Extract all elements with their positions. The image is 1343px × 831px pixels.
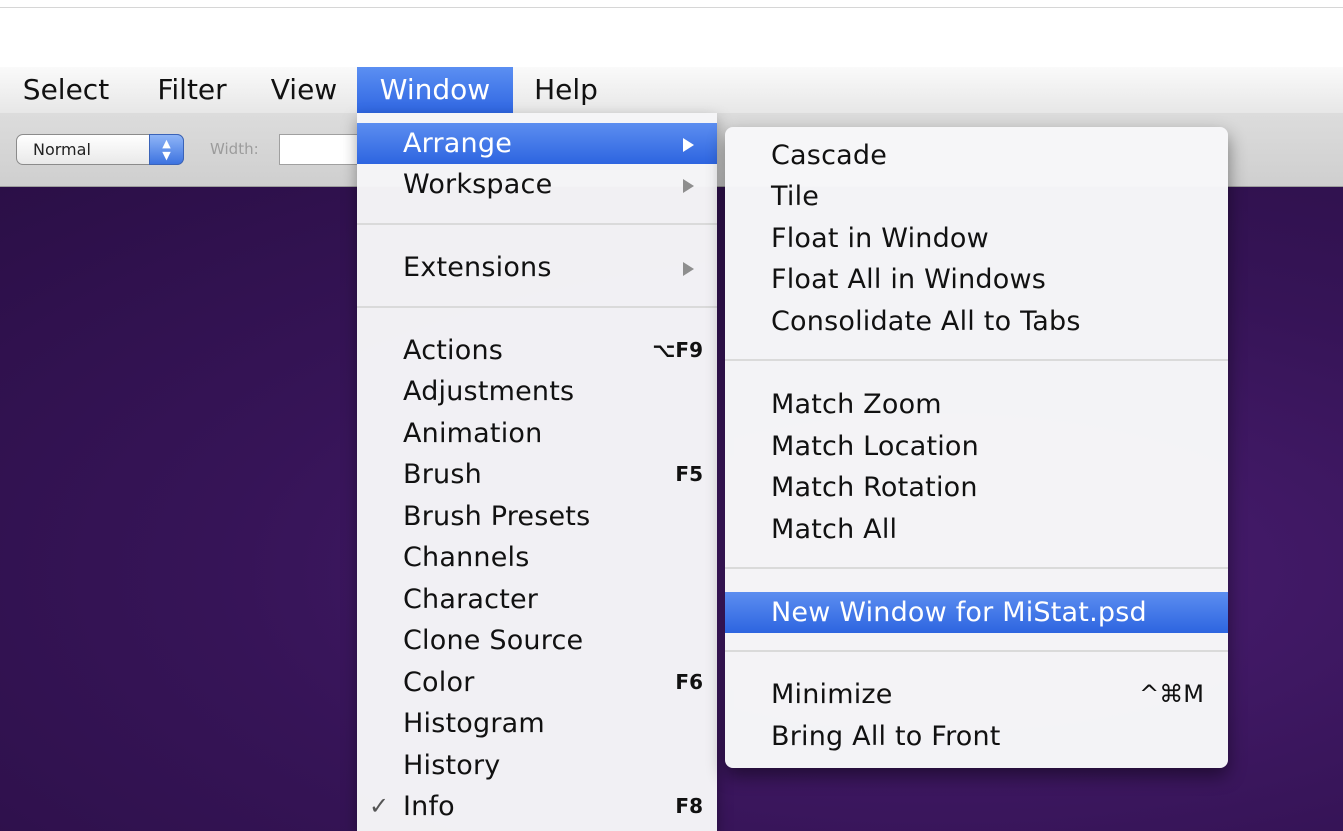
menu-item-info[interactable]: ✓ Info F8 <box>357 786 717 827</box>
menu-item-label: Actions <box>403 335 504 366</box>
submenu-item-new-window[interactable]: New Window for MiStat.psd <box>725 592 1228 633</box>
menu-item-clone-source[interactable]: Clone Source <box>357 620 717 661</box>
menu-help[interactable]: Help <box>520 67 612 113</box>
menu-bar: Select Filter View Window Help <box>0 67 1343 114</box>
submenu-item-label: Float in Window <box>771 223 989 254</box>
menu-item-label: Clone Source <box>403 625 584 656</box>
menu-item-label: Arrange <box>403 128 513 159</box>
submenu-item-float-all-in-windows[interactable]: Float All in Windows <box>725 259 1228 300</box>
menu-item-arrange[interactable]: Arrange <box>357 123 717 164</box>
menu-item-animation[interactable]: Animation <box>357 413 717 454</box>
checkmark-icon: ✓ <box>369 792 390 820</box>
submenu-separator <box>725 567 1228 569</box>
submenu-item-label: Cascade <box>771 140 888 171</box>
menu-item-label: Brush Presets <box>403 501 591 532</box>
submenu-item-match-zoom[interactable]: Match Zoom <box>725 384 1228 425</box>
shortcut-label: ^⌘M <box>1139 680 1204 708</box>
menu-item-label: Histogram <box>403 708 545 739</box>
mode-select[interactable]: Normal ▲ ▼ <box>16 134 184 165</box>
window-menu: Arrange Workspace Extensions Actions ⌥F9… <box>357 113 717 831</box>
menu-item-label: Character <box>403 584 539 615</box>
submenu-item-label: Match Rotation <box>771 472 978 503</box>
menu-filter[interactable]: Filter <box>140 67 244 113</box>
shortcut-label: F8 <box>675 794 703 818</box>
submenu-item-label: Bring All to Front <box>771 721 1001 752</box>
menu-item-extensions[interactable]: Extensions <box>357 247 717 288</box>
menu-item-channels[interactable]: Channels <box>357 537 717 578</box>
submenu-item-match-all[interactable]: Match All <box>725 509 1228 550</box>
submenu-item-float-in-window[interactable]: Float in Window <box>725 218 1228 259</box>
menu-item-label: Color <box>403 667 475 698</box>
menu-item-history[interactable]: History <box>357 745 717 786</box>
submenu-separator <box>725 650 1228 652</box>
menu-item-label: Brush <box>403 459 482 490</box>
shortcut-label: F6 <box>675 670 703 694</box>
menu-separator <box>357 306 717 308</box>
submenu-separator <box>725 359 1228 361</box>
menu-item-label: Adjustments <box>403 376 575 407</box>
submenu-item-label: New Window for MiStat.psd <box>771 597 1147 628</box>
menu-select[interactable]: Select <box>12 67 120 113</box>
shortcut-label: F5 <box>675 462 703 486</box>
menu-item-histogram[interactable]: Histogram <box>357 703 717 744</box>
submenu-item-label: Consolidate All to Tabs <box>771 306 1081 337</box>
menu-item-label: Info <box>403 791 455 822</box>
submenu-item-label: Match All <box>771 514 898 545</box>
submenu-item-bring-all-to-front[interactable]: Bring All to Front <box>725 716 1228 757</box>
menu-item-label: Channels <box>403 542 530 573</box>
submenu-item-tile[interactable]: Tile <box>725 176 1228 217</box>
submenu-item-label: Match Zoom <box>771 389 942 420</box>
menu-item-adjustments[interactable]: Adjustments <box>357 371 717 412</box>
submenu-item-cascade[interactable]: Cascade <box>725 135 1228 176</box>
up-down-arrows-icon[interactable]: ▲ ▼ <box>149 134 184 165</box>
menu-item-brush-presets[interactable]: Brush Presets <box>357 496 717 537</box>
submenu-item-match-rotation[interactable]: Match Rotation <box>725 467 1228 508</box>
submenu-arrow-icon <box>683 262 694 276</box>
menu-item-color[interactable]: Color F6 <box>357 662 717 703</box>
menu-item-actions[interactable]: Actions ⌥F9 <box>357 330 717 371</box>
menu-item-label: History <box>403 750 501 781</box>
width-input[interactable] <box>279 134 369 165</box>
menu-item-character[interactable]: Character <box>357 579 717 620</box>
menu-window[interactable]: Window <box>357 67 513 113</box>
submenu-item-label: Match Location <box>771 431 979 462</box>
menu-item-label: Workspace <box>403 169 553 200</box>
submenu-item-label: Minimize <box>771 679 893 710</box>
submenu-item-consolidate-all-to-tabs[interactable]: Consolidate All to Tabs <box>725 301 1228 342</box>
menu-view[interactable]: View <box>258 67 350 113</box>
shortcut-label: ⌥F9 <box>652 338 703 362</box>
menu-separator <box>357 223 717 225</box>
submenu-arrow-icon <box>683 138 694 152</box>
top-divider <box>0 7 1343 8</box>
arrange-submenu: Cascade Tile Float in Window Float All i… <box>725 127 1228 768</box>
menu-item-label: Animation <box>403 418 543 449</box>
width-label: Width: <box>210 140 259 158</box>
menu-item-workspace[interactable]: Workspace <box>357 164 717 205</box>
menu-item-label: Extensions <box>403 252 552 283</box>
submenu-arrow-icon <box>683 179 694 193</box>
mode-select-value: Normal <box>33 140 91 159</box>
submenu-item-match-location[interactable]: Match Location <box>725 426 1228 467</box>
submenu-item-label: Float All in Windows <box>771 264 1047 295</box>
menu-item-brush[interactable]: Brush F5 <box>357 454 717 495</box>
submenu-item-minimize[interactable]: Minimize ^⌘M <box>725 674 1228 715</box>
submenu-item-label: Tile <box>771 181 820 212</box>
